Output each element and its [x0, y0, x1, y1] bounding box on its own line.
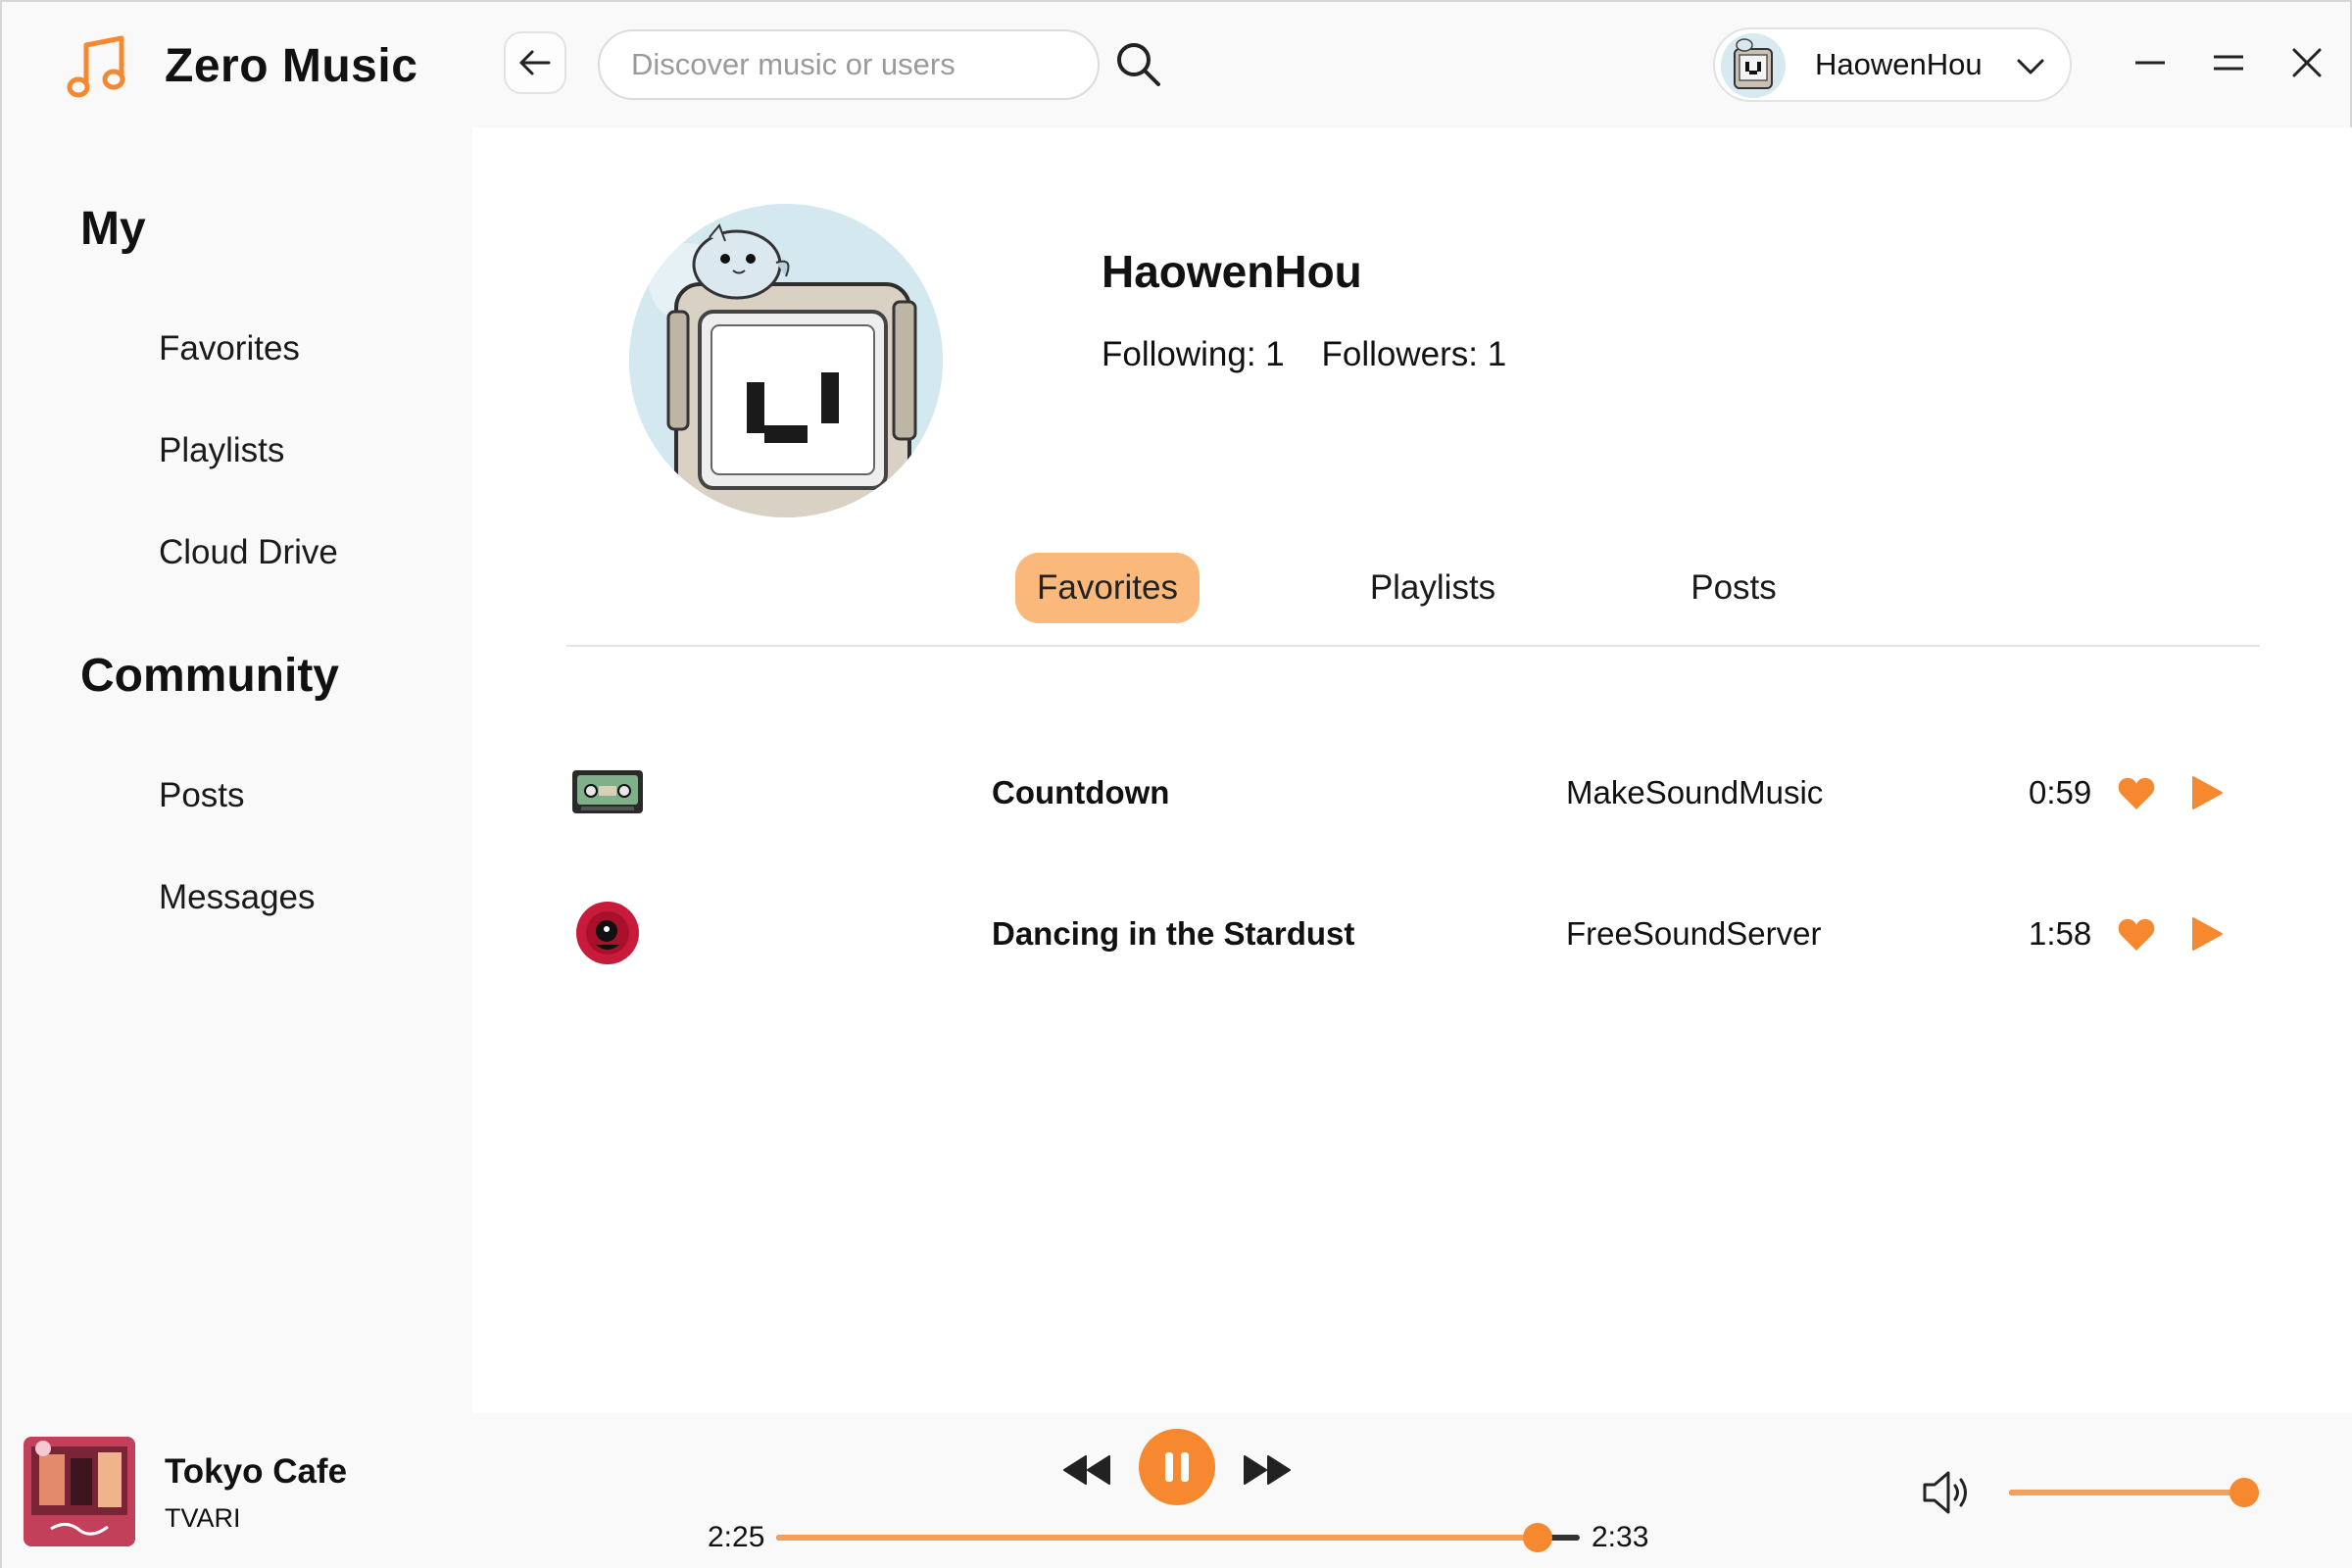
- profile-avatar: [629, 204, 943, 517]
- maximize-icon[interactable]: [2211, 45, 2246, 80]
- robot-avatar-icon: [629, 204, 943, 517]
- play-icon[interactable]: [2189, 915, 2225, 953]
- song-artist[interactable]: FreeSoundServer: [1566, 915, 1821, 953]
- search-icon[interactable]: [1113, 39, 1164, 90]
- current-time: 2:25: [708, 1521, 765, 1553]
- play-icon[interactable]: [2189, 774, 2225, 811]
- sidebar-item-favorites[interactable]: Favorites: [159, 329, 300, 368]
- song-title[interactable]: Countdown: [992, 774, 1169, 811]
- song-artist[interactable]: MakeSoundMusic: [1566, 774, 1823, 811]
- sidebar: My Favorites Playlists Cloud Drive Commu…: [2, 127, 472, 1413]
- now-playing-cover[interactable]: [24, 1437, 135, 1546]
- song-row[interactable]: Dancing in the Stardust FreeSoundServer …: [566, 876, 2260, 970]
- volume-icon[interactable]: [1921, 1468, 1974, 1517]
- following-count[interactable]: Following: 1: [1102, 335, 1285, 373]
- title-bar: Zero Music Discover music or users Haowe…: [2, 2, 2352, 127]
- username-label: HaowenHou: [1815, 47, 1983, 81]
- chevron-down-icon: [2017, 59, 2044, 74]
- tab-playlists[interactable]: Playlists: [1354, 553, 1511, 623]
- user-avatar: [1721, 33, 1786, 98]
- minimize-icon[interactable]: [2132, 45, 2168, 80]
- section-title-my: My: [80, 203, 146, 255]
- progress-slider[interactable]: [776, 1523, 1580, 1552]
- song-title[interactable]: Dancing in the Stardust: [992, 915, 1354, 953]
- robot-avatar-icon: [1721, 33, 1786, 98]
- song-cover: [566, 757, 649, 827]
- sidebar-item-playlists[interactable]: Playlists: [159, 431, 284, 470]
- sidebar-item-cloud-drive[interactable]: Cloud Drive: [159, 533, 338, 572]
- tab-favorites[interactable]: Favorites: [1015, 553, 1200, 623]
- song-cover: [566, 898, 649, 968]
- next-icon[interactable]: [1243, 1454, 1292, 1486]
- sidebar-item-posts[interactable]: Posts: [159, 776, 245, 815]
- volume-fill: [2009, 1490, 2244, 1495]
- follow-stats: Following: 1 Followers: 1: [1102, 335, 1534, 374]
- tab-posts[interactable]: Posts: [1670, 553, 1797, 623]
- previous-icon[interactable]: [1062, 1454, 1111, 1486]
- progress-handle[interactable]: [1523, 1523, 1553, 1552]
- search-field[interactable]: [598, 29, 1100, 100]
- player-bar: Tokyo Cafe TVARI 2:25 2:33: [2, 1413, 2352, 1568]
- profile-page: HaowenHou Following: 1 Followers: 1 Favo…: [472, 127, 2352, 1413]
- album-art-icon: [24, 1437, 135, 1546]
- volume-handle[interactable]: [2230, 1478, 2259, 1507]
- now-playing-artist[interactable]: TVARI: [165, 1503, 241, 1534]
- song-duration: 0:59: [2029, 774, 2092, 810]
- progress-fill: [776, 1535, 1539, 1541]
- followers-count[interactable]: Followers: 1: [1322, 335, 1507, 373]
- user-menu[interactable]: HaowenHou: [1713, 27, 2072, 102]
- vinyl-art-icon: [576, 902, 639, 964]
- tabs-divider: [566, 645, 2260, 647]
- heart-icon[interactable]: [2117, 776, 2156, 811]
- app-window: Zero Music Discover music or users Haowe…: [0, 0, 2352, 1568]
- sidebar-item-messages[interactable]: Messages: [159, 878, 316, 917]
- back-button[interactable]: [504, 31, 566, 94]
- pause-icon: [1165, 1452, 1189, 1482]
- cassette-icon: [572, 770, 643, 813]
- app-title: Zero Music: [165, 40, 418, 92]
- song-duration: 1:58: [2029, 915, 2092, 952]
- song-row[interactable]: Countdown MakeSoundMusic 0:59: [566, 735, 2260, 829]
- total-time: 2:33: [1592, 1521, 1649, 1553]
- music-note-icon: [67, 35, 125, 98]
- heart-icon[interactable]: [2117, 917, 2156, 953]
- pause-button[interactable]: [1139, 1429, 1215, 1505]
- search-input[interactable]: [600, 31, 1098, 98]
- section-title-community: Community: [80, 650, 339, 702]
- profile-name: HaowenHou: [1102, 246, 1362, 297]
- now-playing-title[interactable]: Tokyo Cafe: [165, 1452, 347, 1492]
- arrow-left-icon: [519, 50, 551, 75]
- close-icon[interactable]: [2289, 45, 2325, 80]
- volume-slider[interactable]: [2009, 1478, 2259, 1507]
